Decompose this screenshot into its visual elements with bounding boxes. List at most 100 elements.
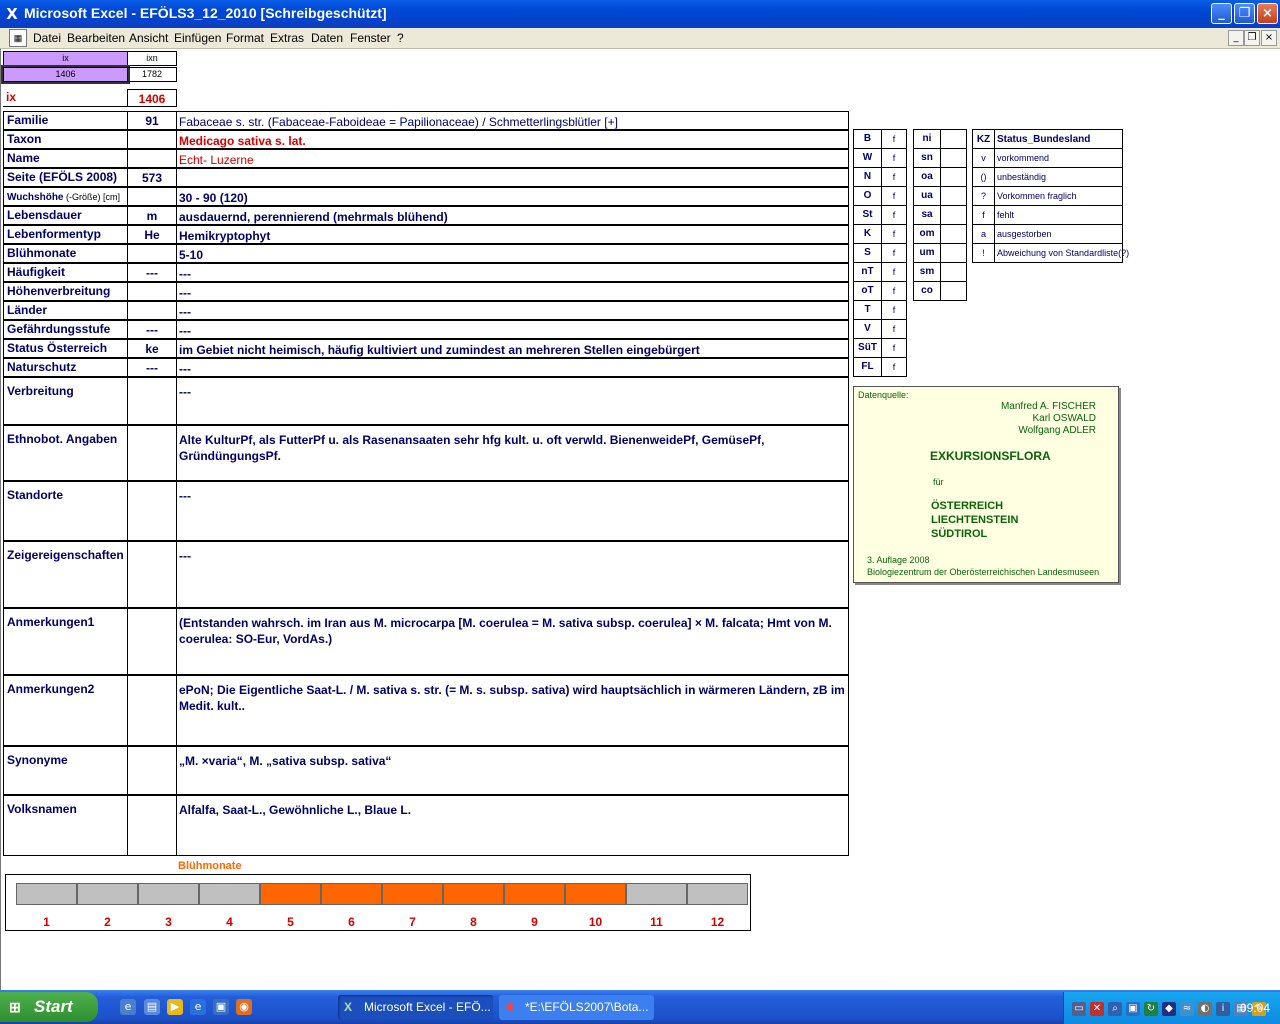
row-label[interactable]: Höhenverbreitung — [3, 282, 128, 301]
region-status[interactable] — [940, 281, 967, 301]
menu-daten[interactable]: Daten — [311, 31, 343, 45]
bloom-month-bar[interactable] — [382, 883, 443, 905]
state-code[interactable]: oT — [853, 281, 882, 301]
state-status[interactable]: f — [881, 319, 907, 339]
row-label[interactable]: Gefährdungsstufe — [3, 320, 128, 339]
sync-icon[interactable]: ↻ — [1144, 1002, 1158, 1016]
row-code[interactable]: 573 — [127, 168, 177, 187]
row-code[interactable]: --- — [127, 320, 177, 339]
row-label[interactable]: Taxon — [3, 130, 128, 149]
row-label[interactable]: Lebensdauer — [3, 206, 128, 225]
start-button[interactable]: ⊞ Start — [0, 992, 98, 1022]
row-value[interactable]: --- — [176, 301, 849, 320]
bloom-month-bar[interactable] — [687, 883, 748, 905]
ix-big-cell[interactable]: 1406 — [127, 89, 177, 107]
row-code[interactable]: He — [127, 225, 177, 244]
state-status[interactable]: f — [881, 262, 907, 282]
row-value[interactable]: Echt- Luzerne — [176, 149, 849, 168]
bloom-month-bar[interactable] — [443, 883, 504, 905]
state-status[interactable]: f — [881, 148, 907, 168]
row-label[interactable]: Anmerkungen1 — [3, 608, 128, 675]
search-icon[interactable]: ⌕ — [1108, 1002, 1122, 1016]
state-code[interactable]: K — [853, 224, 882, 244]
state-code[interactable]: St — [853, 205, 882, 225]
row-label[interactable]: Wuchshöhe (-Größe) [cm] — [3, 187, 128, 206]
excel-icon[interactable]: X — [4, 6, 20, 22]
row-label[interactable]: Naturschutz — [3, 358, 128, 377]
state-status[interactable]: f — [881, 300, 907, 320]
media-quicklaunch-icon[interactable]: ▶ — [167, 999, 183, 1015]
legend-key[interactable]: () — [972, 167, 995, 187]
row-code[interactable] — [127, 187, 177, 206]
state-status[interactable]: f — [881, 281, 907, 301]
row-code[interactable]: 91 — [127, 111, 177, 130]
row-label[interactable]: Zeigereigenschaften — [3, 541, 128, 608]
region-code[interactable]: om — [913, 224, 941, 244]
state-status[interactable]: f — [881, 129, 907, 149]
row-code[interactable] — [127, 149, 177, 168]
row-value[interactable]: (Entstanden wahrsch. im Iran aus M. micr… — [176, 608, 849, 675]
row-value[interactable]: Fabaceae s. str. (Fabaceae-Faboideae = P… — [176, 111, 849, 130]
state-code[interactable]: S — [853, 243, 882, 263]
state-status[interactable]: f — [881, 338, 907, 358]
row-code[interactable] — [127, 301, 177, 320]
legend-value[interactable]: fehlt — [994, 205, 1123, 225]
ie-quicklaunch-icon[interactable]: e — [120, 999, 136, 1015]
region-status[interactable] — [940, 186, 967, 206]
state-code[interactable]: FL — [853, 357, 882, 377]
bloom-month-bar[interactable] — [626, 883, 687, 905]
row-value[interactable] — [176, 168, 849, 187]
row-code[interactable] — [127, 481, 177, 541]
legend-value[interactable]: vorkommend — [994, 148, 1123, 168]
legend-key[interactable]: a — [972, 224, 995, 244]
menu-fenster[interactable]: Fenster — [350, 31, 391, 45]
desktop-quicklaunch-icon[interactable]: ▣ — [213, 999, 229, 1015]
explorer-quicklaunch-icon[interactable]: ▤ — [144, 999, 160, 1015]
monitor-icon[interactable]: ▣ — [1126, 1002, 1140, 1016]
region-code[interactable]: ua — [913, 186, 941, 206]
state-code[interactable]: N — [853, 167, 882, 187]
row-label[interactable]: Seite (EFÖLS 2008) — [3, 168, 128, 187]
row-label[interactable]: Standorte — [3, 481, 128, 541]
row-code[interactable]: --- — [127, 358, 177, 377]
minimize-button[interactable]: _ — [1211, 3, 1232, 24]
bloom-month-bar[interactable] — [199, 883, 260, 905]
row-label[interactable]: Familie — [3, 111, 128, 130]
taskbar-excel[interactable]: X Microsoft Excel - EFÖ... — [338, 995, 493, 1020]
ixn-value-cell[interactable]: 1782 — [127, 67, 177, 82]
row-value[interactable]: 5-10 — [176, 244, 849, 263]
row-code[interactable]: m — [127, 206, 177, 225]
state-code[interactable]: V — [853, 319, 882, 339]
region-status[interactable] — [940, 167, 967, 187]
state-code[interactable]: B — [853, 129, 882, 149]
region-status[interactable] — [940, 148, 967, 168]
row-code[interactable]: ke — [127, 339, 177, 358]
ix-header-cell[interactable]: ix — [3, 51, 128, 66]
region-status[interactable] — [940, 129, 967, 149]
legend-key[interactable]: KZ — [972, 129, 995, 149]
taskbar-document[interactable]: ✱ *E:\EFÖLS2007\Bota... — [499, 995, 654, 1020]
row-value[interactable]: im Gebiet nicht heimisch, häufig kultivi… — [176, 339, 849, 358]
row-code[interactable] — [127, 608, 177, 675]
region-code[interactable]: sn — [913, 148, 941, 168]
state-code[interactable]: O — [853, 186, 882, 206]
row-value[interactable]: 30 - 90 (120) — [176, 187, 849, 206]
state-status[interactable]: f — [881, 357, 907, 377]
row-value[interactable]: „M. ×varia“, M. „sativa subsp. sativa“ — [176, 746, 849, 795]
region-status[interactable] — [940, 243, 967, 263]
region-code[interactable]: co — [913, 281, 941, 301]
ix-value-cell[interactable]: 1406 — [1, 65, 130, 84]
doc-close-button[interactable]: × — [1261, 30, 1277, 46]
speaker-icon[interactable]: ◐ — [1198, 1002, 1212, 1016]
restore-button[interactable]: ❐ — [1234, 3, 1255, 24]
region-code[interactable]: ni — [913, 129, 941, 149]
row-label[interactable]: Ethnobot. Angaben — [3, 425, 128, 481]
row-label[interactable]: Name — [3, 149, 128, 168]
bloom-months-chart[interactable]: 1 2 3 4 5 6 7 8 9 10 11 12 — [5, 874, 751, 931]
bloom-month-bar[interactable] — [321, 883, 382, 905]
menu-format[interactable]: Format — [226, 31, 264, 45]
menu-ansicht[interactable]: Ansicht — [129, 31, 168, 45]
row-code[interactable] — [127, 675, 177, 746]
state-code[interactable]: SüT — [853, 338, 882, 358]
row-label[interactable]: Häufigkeit — [3, 263, 128, 282]
